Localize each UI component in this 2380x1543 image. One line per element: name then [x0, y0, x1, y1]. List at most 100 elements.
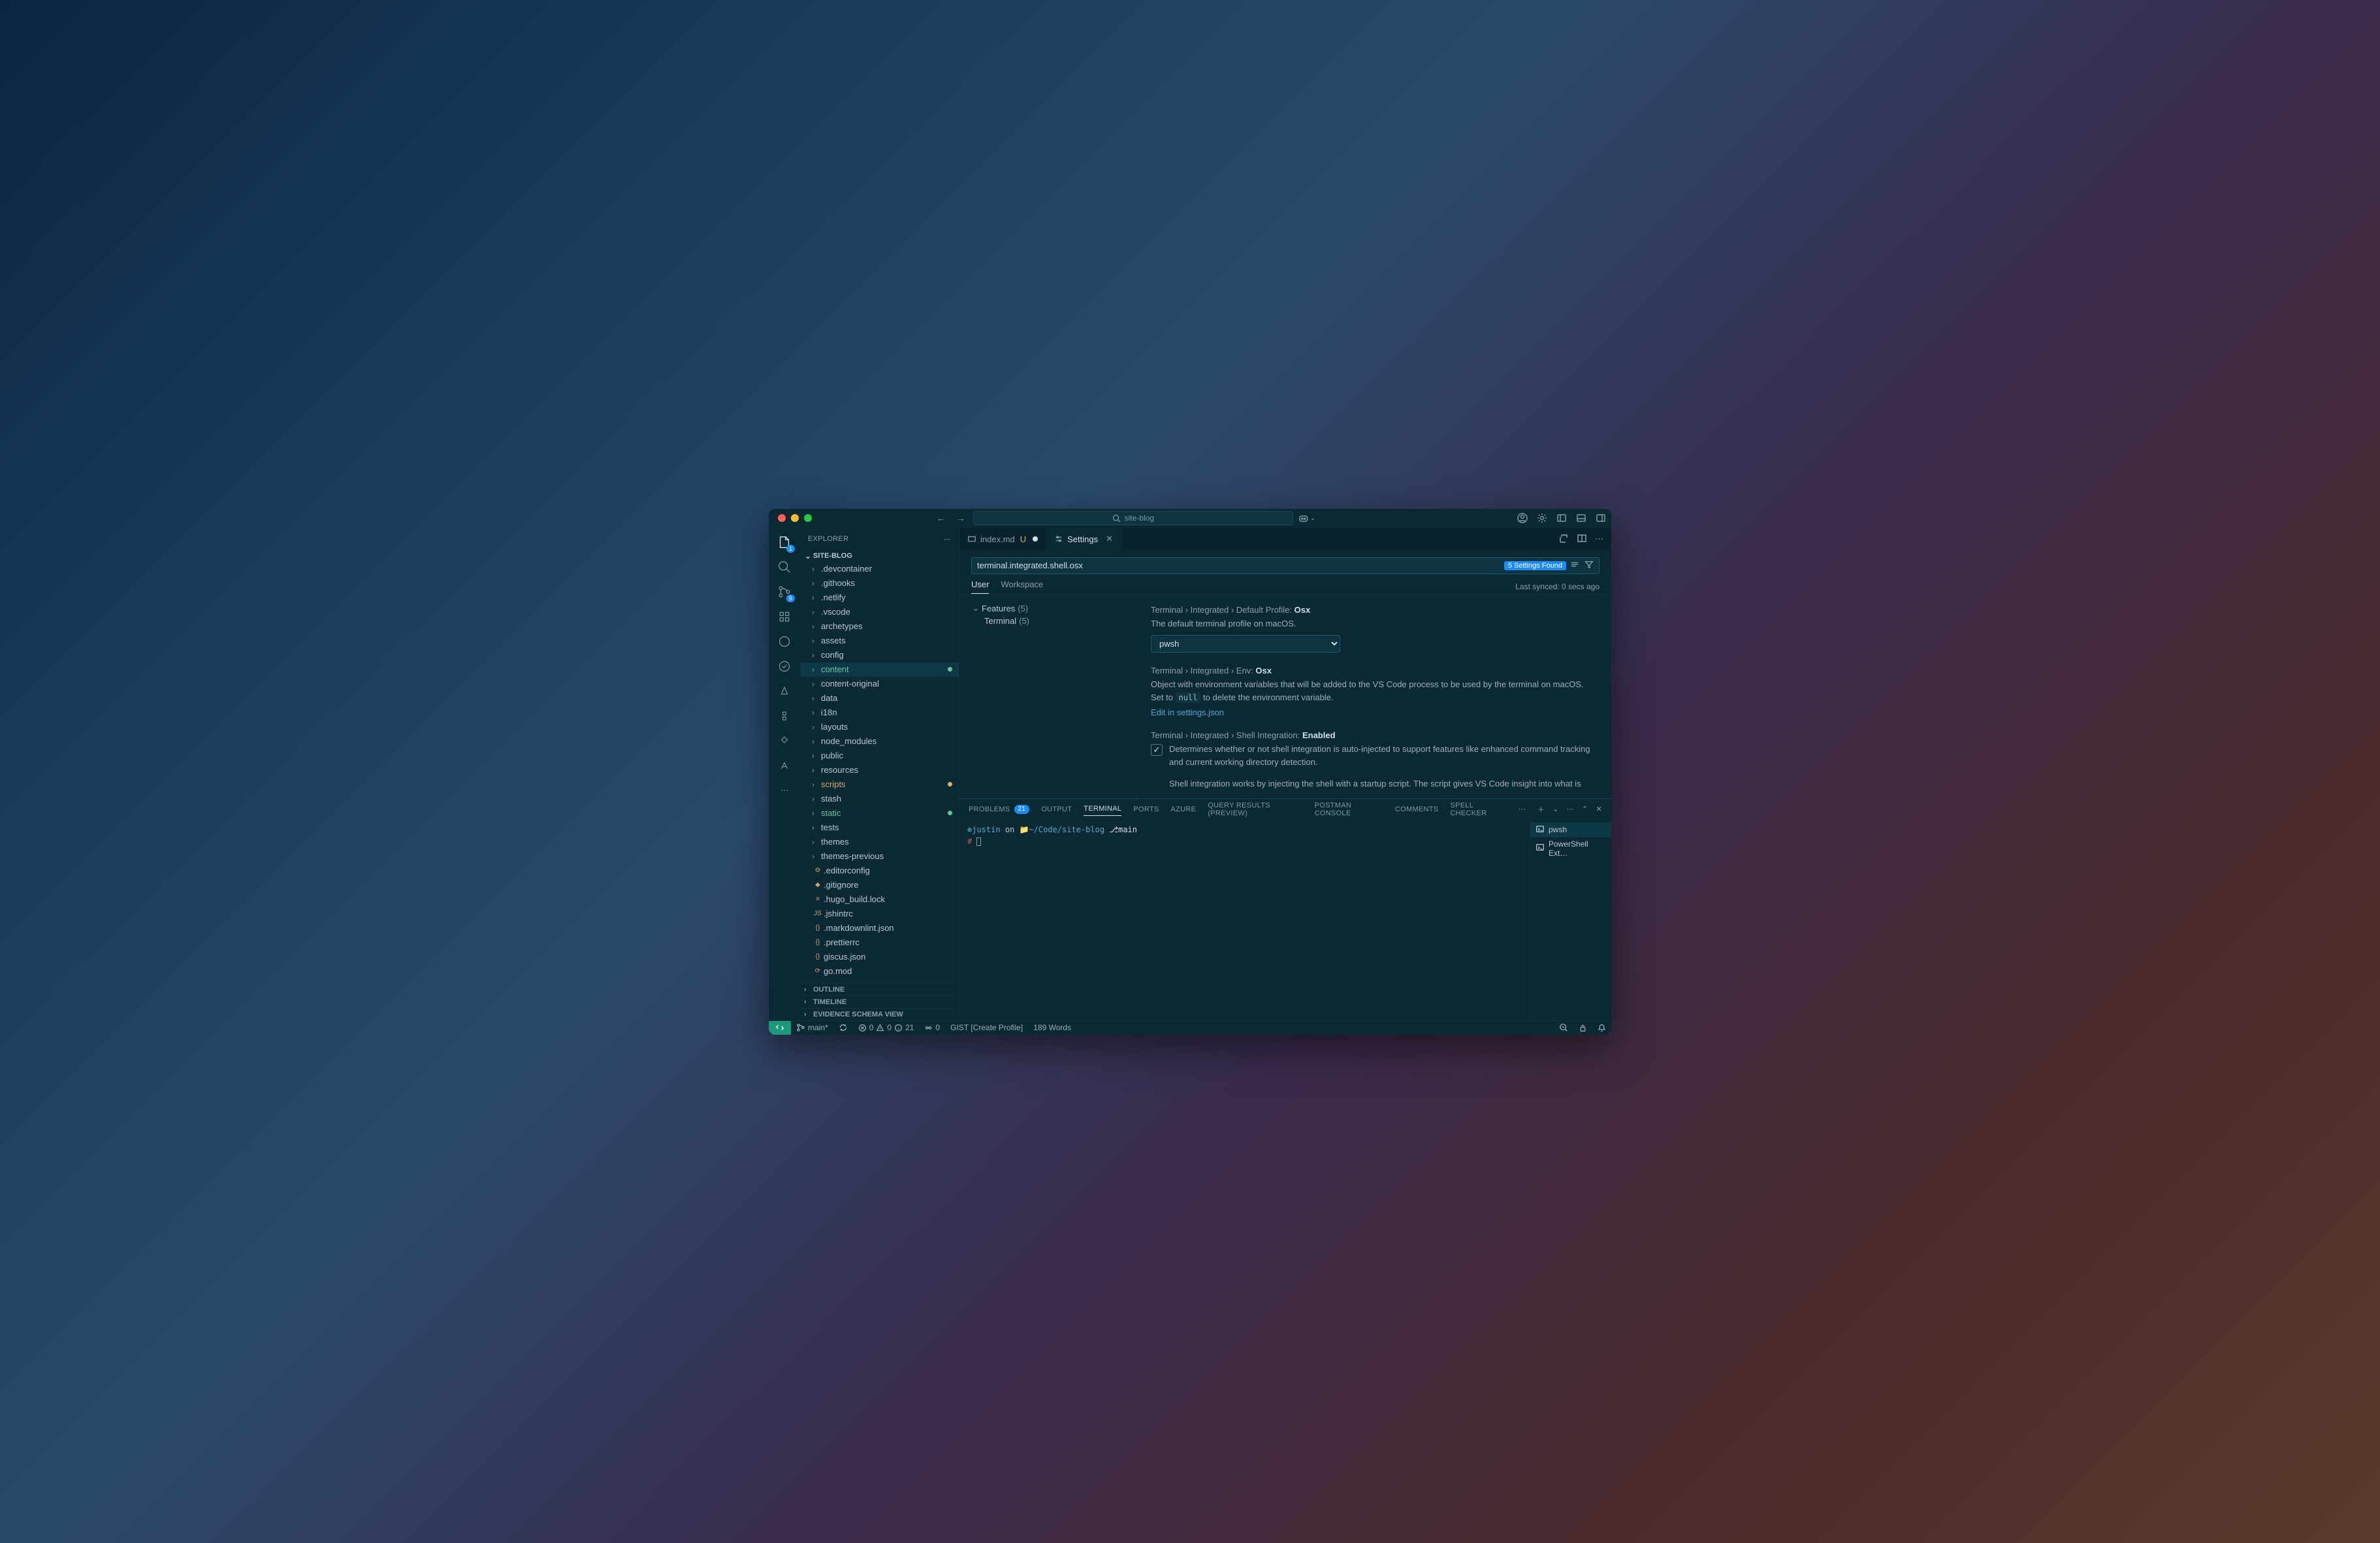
activity-more[interactable]: ⋯: [775, 781, 794, 800]
tree-item-public[interactable]: ›public: [800, 749, 959, 763]
folder-header[interactable]: ⌄ SITE-BLOG: [800, 551, 959, 562]
command-center[interactable]: site-blog: [973, 511, 1293, 525]
activity-a[interactable]: [775, 756, 794, 775]
status-errors[interactable]: 0 0 21: [853, 1023, 920, 1032]
section-timeline[interactable]: ›TIMELINE: [800, 996, 959, 1008]
settings-search[interactable]: 5 Settings Found: [971, 557, 1600, 574]
new-terminal-button[interactable]: ＋: [1537, 804, 1545, 815]
tree-item-static[interactable]: ›static: [800, 806, 959, 820]
tree-item-themes[interactable]: ›themes: [800, 835, 959, 849]
tree-item-stash[interactable]: ›stash: [800, 792, 959, 806]
activity-jira[interactable]: [775, 732, 794, 750]
activity-azure[interactable]: [775, 682, 794, 700]
close-window-button[interactable]: [778, 514, 786, 522]
status-ports[interactable]: 0: [919, 1023, 945, 1032]
filter-icon[interactable]: [1584, 560, 1594, 571]
panel-tab-output[interactable]: OUTPUT: [1041, 805, 1072, 813]
panel-tab-postman[interactable]: POSTMAN CONSOLE: [1315, 802, 1383, 817]
tree-item--editorconfig[interactable]: ⚙.editorconfig: [800, 864, 959, 878]
tree-item-tests[interactable]: ›tests: [800, 820, 959, 835]
activity-github[interactable]: [775, 632, 794, 651]
activity-search[interactable]: [775, 558, 794, 576]
section-evidence-schema-view[interactable]: ›EVIDENCE SCHEMA VIEW: [800, 1008, 959, 1020]
panel-tab-ports[interactable]: PORTS: [1133, 805, 1159, 813]
layout-panel-icon[interactable]: [1576, 513, 1586, 523]
close-icon[interactable]: ✕: [1106, 534, 1113, 544]
tree-item--jshintrc[interactable]: JS.jshintrc: [800, 907, 959, 921]
open-json-icon[interactable]: [1558, 533, 1569, 545]
activity-run[interactable]: [775, 608, 794, 626]
tree-item--githooks[interactable]: ›.githooks: [800, 576, 959, 591]
terminal-view[interactable]: ⊛justin on 📁~/Code/site-blog ⎇main #: [959, 820, 1530, 1020]
tree-item-go-sum[interactable]: ≡go.sum: [800, 979, 959, 983]
panel-tab-more[interactable]: ⋯: [1518, 805, 1525, 813]
setting-select[interactable]: pwsh: [1151, 635, 1340, 653]
panel-tab-problems[interactable]: PROBLEMS 21: [969, 805, 1029, 814]
maximize-window-button[interactable]: [804, 514, 812, 522]
tree-item--vscode[interactable]: ›.vscode: [800, 605, 959, 619]
status-lock[interactable]: [1573, 1023, 1592, 1032]
tree-item-resources[interactable]: ›resources: [800, 763, 959, 777]
toc-features[interactable]: ⌄ Features (5): [965, 602, 1131, 615]
terminal-item-powershell-ext[interactable]: PowerShell Ext…: [1530, 837, 1611, 860]
setting-checkbox[interactable]: ✓: [1151, 744, 1163, 756]
panel-tab-spell[interactable]: SPELL CHECKER: [1450, 802, 1506, 817]
terminal-dropdown-icon[interactable]: ⌄: [1552, 805, 1559, 813]
tab-settings[interactable]: Settings ✕: [1046, 528, 1121, 551]
panel-tab-azure[interactable]: AZURE: [1171, 805, 1197, 813]
settings-search-input[interactable]: [977, 560, 1504, 570]
status-zoom[interactable]: [1554, 1023, 1573, 1032]
status-branch[interactable]: main*: [791, 1023, 833, 1032]
tree-item--markdownlint-json[interactable]: {}.markdownlint.json: [800, 921, 959, 935]
more-icon[interactable]: ⋯: [1595, 534, 1603, 544]
tree-item--gitignore[interactable]: ◆.gitignore: [800, 878, 959, 892]
activity-explorer[interactable]: 1: [775, 533, 794, 551]
tree-item--prettierrc[interactable]: {}.prettierrc: [800, 935, 959, 950]
status-words[interactable]: 189 Words: [1028, 1023, 1076, 1032]
split-editor-icon[interactable]: [1577, 533, 1587, 545]
panel-tab-terminal[interactable]: TERMINAL: [1084, 805, 1121, 816]
tree-item-content-original[interactable]: ›content-original: [800, 677, 959, 691]
tree-item-giscus-json[interactable]: {}giscus.json: [800, 950, 959, 964]
clear-search-icon[interactable]: [1570, 560, 1579, 571]
tree-item-themes-previous[interactable]: ›themes-previous: [800, 849, 959, 864]
tree-item-config[interactable]: ›config: [800, 648, 959, 662]
status-gist[interactable]: GIST [Create Profile]: [945, 1023, 1028, 1032]
minimize-window-button[interactable]: [791, 514, 799, 522]
copilot-icon[interactable]: ⌄: [1298, 513, 1315, 523]
tree-item-i18n[interactable]: ›i18n: [800, 706, 959, 720]
layout-secondary-icon[interactable]: [1596, 513, 1606, 523]
tree-item-layouts[interactable]: ›layouts: [800, 720, 959, 734]
status-sync[interactable]: [833, 1023, 853, 1032]
account-icon[interactable]: [1517, 513, 1528, 523]
tree-item--netlify[interactable]: ›.netlify: [800, 591, 959, 605]
section-outline[interactable]: ›OUTLINE: [800, 983, 959, 996]
nav-forward-button[interactable]: →: [954, 513, 968, 523]
sidebar-more-icon[interactable]: ⋯: [944, 535, 951, 544]
tree-item-go-mod[interactable]: ⟳go.mod: [800, 964, 959, 979]
tree-item-data[interactable]: ›data: [800, 691, 959, 706]
status-bell[interactable]: [1592, 1023, 1611, 1032]
panel-maximize-icon[interactable]: ⌃: [1582, 805, 1588, 813]
activity-check[interactable]: [775, 657, 794, 675]
tree-item--hugo-build-lock[interactable]: ≡.hugo_build.lock: [800, 892, 959, 907]
tree-item-node-modules[interactable]: ›node_modules: [800, 734, 959, 749]
toc-terminal[interactable]: Terminal (5): [965, 615, 1131, 627]
activity-scm[interactable]: 9: [775, 583, 794, 601]
scope-user-tab[interactable]: User: [971, 579, 989, 594]
panel-tab-query[interactable]: QUERY RESULTS (PREVIEW): [1208, 802, 1302, 817]
layout-primary-icon[interactable]: [1556, 513, 1567, 523]
tree-item-scripts[interactable]: ›scripts: [800, 777, 959, 792]
activity-python[interactable]: [775, 707, 794, 725]
remote-indicator[interactable]: [769, 1021, 791, 1035]
panel-more-icon[interactable]: ⋯: [1567, 805, 1574, 813]
tree-item--devcontainer[interactable]: ›.devcontainer: [800, 562, 959, 576]
terminal-item-pwsh[interactable]: pwsh: [1530, 822, 1611, 837]
panel-close-icon[interactable]: ✕: [1596, 805, 1602, 813]
nav-back-button[interactable]: ←: [934, 513, 948, 523]
scope-workspace-tab[interactable]: Workspace: [1001, 579, 1043, 593]
settings-gear-icon[interactable]: [1537, 513, 1547, 523]
tab-index-md[interactable]: index.md U: [959, 528, 1046, 551]
edit-in-settings-json-link[interactable]: Edit in settings.json: [1151, 707, 1224, 717]
panel-tab-comments[interactable]: COMMENTS: [1395, 805, 1439, 813]
